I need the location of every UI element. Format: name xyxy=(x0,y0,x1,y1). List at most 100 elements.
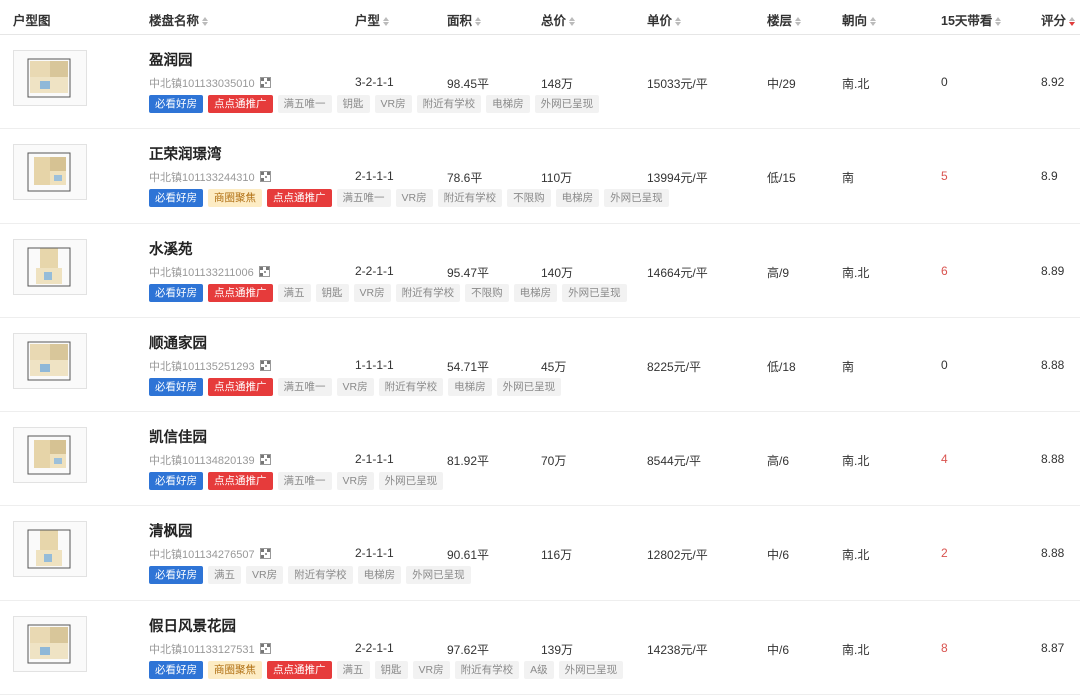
listing-name[interactable]: 盈润园 xyxy=(149,49,193,70)
floor-plan-thumbnail[interactable] xyxy=(13,615,87,672)
tag-badge: 附近有学校 xyxy=(288,566,353,585)
tag-badge[interactable]: 必看好房 xyxy=(149,566,203,585)
qr-code-icon[interactable] xyxy=(259,642,271,654)
tag-list: 必看好房 点点通推广 满五 钥匙 VR房 附近有学校 不限购 电梯房 外网已呈现 xyxy=(149,283,632,302)
listing-code-text: 中北镇101133127531 xyxy=(149,643,255,656)
tag-badge[interactable]: 点点通推广 xyxy=(208,377,273,396)
tag-badge[interactable]: 必看好房 xyxy=(149,660,203,679)
sort-arrows-icon[interactable] xyxy=(1069,17,1076,27)
viewings-15d-cell: 8 xyxy=(941,640,948,655)
listing-name[interactable]: 正荣润璟湾 xyxy=(149,143,222,164)
floor-plan-icon xyxy=(27,435,71,475)
header-total[interactable]: 总价 xyxy=(541,10,576,29)
orientation-cell: 南.北 xyxy=(842,642,870,657)
sort-arrows-icon[interactable] xyxy=(383,17,390,27)
sort-arrows-icon[interactable] xyxy=(995,17,1002,27)
score-cell: 8.88 xyxy=(1041,452,1065,467)
tag-list: 必看好房 满五 VR房 附近有学校 电梯房 外网已呈现 xyxy=(149,566,476,585)
tag-badge: 满五唯一 xyxy=(277,377,332,396)
tag-badge[interactable]: 点点通推广 xyxy=(267,660,332,679)
tag-badge: VR房 xyxy=(336,472,374,491)
layout-cell: 2-1-1-1 xyxy=(355,169,394,184)
tag-badge: 电梯房 xyxy=(357,566,402,585)
table-row[interactable]: 正荣润璟湾 中北镇101133244310 必看好房 商圈聚焦 点点通推广 满五唯一 VR房… xyxy=(0,129,1080,224)
tag-badge: 附近有学校 xyxy=(395,283,461,302)
table-row[interactable]: 凯信佳园 中北镇101134820139 必看好房 点点通推广 满五唯一 VR房 外网已呈现… xyxy=(0,412,1080,507)
tag-badge: 满五 xyxy=(277,283,311,302)
qr-code-icon[interactable] xyxy=(258,265,270,277)
tag-badge[interactable]: 点点通推广 xyxy=(208,283,273,302)
area-cell: 95.47平 xyxy=(447,265,490,280)
tag-badge[interactable]: 必看好房 xyxy=(149,377,203,396)
tag-badge[interactable]: 点点通推广 xyxy=(208,472,273,491)
floor-plan-icon xyxy=(27,341,71,381)
floor-plan-thumbnail[interactable] xyxy=(13,332,87,389)
sort-arrows-icon[interactable] xyxy=(870,17,877,27)
header-score[interactable]: 评分 xyxy=(1041,10,1076,29)
area-cell: 81.92平 xyxy=(447,454,490,469)
unit-price-cell: 15033元/平 xyxy=(647,77,708,91)
table-row[interactable]: 水溪苑中北镇101133211006 必看好房 点点通推广 满五 钥匙 VR房 附近有学校不… xyxy=(0,224,1080,318)
sort-arrows-icon[interactable] xyxy=(202,17,209,27)
score-cell: 8.87 xyxy=(1041,640,1065,655)
sort-arrows-icon[interactable] xyxy=(475,17,482,27)
floor-plan-thumbnail[interactable] xyxy=(13,238,87,295)
qr-code-icon[interactable] xyxy=(259,359,271,371)
tag-badge[interactable]: 点点通推广 xyxy=(267,189,332,208)
table-row[interactable]: 顺通家园 中北镇101135251293 必看好房 点点通推广 满五唯一 VR房 附近有学校… xyxy=(0,318,1080,413)
total-price-cell: 45万 xyxy=(541,359,567,374)
unit-price-cell: 12802元/平 xyxy=(647,548,708,563)
tag-badge: 电梯房 xyxy=(448,377,492,396)
header-area[interactable]: 面积 xyxy=(447,10,482,29)
listing-code-text: 中北镇101134276507 xyxy=(149,549,255,562)
header-thumb: 户型图 xyxy=(13,14,51,28)
total-price-cell: 110万 xyxy=(541,171,573,186)
orientation-cell: 南 xyxy=(842,171,855,186)
header-type[interactable]: 户型 xyxy=(355,10,390,29)
listing-name[interactable]: 水溪苑 xyxy=(149,238,193,259)
orientation-cell: 南.北 xyxy=(842,454,870,469)
score-cell: 8.88 xyxy=(1041,357,1065,372)
unit-price-cell: 14664元/平 xyxy=(647,265,708,280)
table-row[interactable]: 盈润园 中北镇101133035010 必看好房 点点通推广 满五唯一 钥匙 VR房 附近有学… xyxy=(0,35,1080,130)
tag-badge[interactable]: 必看好房 xyxy=(149,283,203,302)
unit-price-cell: 8544元/平 xyxy=(647,454,702,469)
tag-list: 必看好房 商圈聚焦 点点通推广 满五唯一 VR房 附近有学校 不限购 电梯房 外网已呈现 xyxy=(149,189,674,208)
sort-arrows-icon[interactable] xyxy=(675,17,682,27)
qr-code-icon[interactable] xyxy=(259,171,271,183)
tag-badge[interactable]: 必看好房 xyxy=(149,95,203,113)
header-floor[interactable]: 楼层 xyxy=(767,10,802,29)
qr-code-icon[interactable] xyxy=(259,454,271,466)
listing-code: 中北镇101133211006 xyxy=(149,264,270,280)
listing-name[interactable]: 假日风景花园 xyxy=(149,615,236,636)
listing-name[interactable]: 顺通家园 xyxy=(149,332,207,353)
layout-cell: 3-2-1-1 xyxy=(355,75,394,89)
floor-plan-thumbnail[interactable] xyxy=(13,144,87,201)
viewings-15d-cell: 5 xyxy=(941,169,948,184)
tag-badge: 满五唯一 xyxy=(277,95,332,113)
qr-code-icon[interactable] xyxy=(259,77,271,88)
tag-badge[interactable]: 点点通推广 xyxy=(208,95,273,113)
header-unit[interactable]: 单价 xyxy=(647,10,682,29)
listing-name[interactable]: 凯信佳园 xyxy=(149,426,207,447)
floor-plan-thumbnail[interactable] xyxy=(13,50,87,106)
tag-list: 必看好房 商圈聚焦 点点通推广 满五 钥匙 VR房 附近有学校 A级 外网已呈现 xyxy=(149,660,628,679)
listing-name[interactable]: 清枫园 xyxy=(149,520,193,541)
table-row[interactable]: 清枫园中北镇101134276507 必看好房 满五 VR房 附近有学校 电梯房 外网已呈现… xyxy=(0,506,1080,601)
viewings-15d-cell: 0 xyxy=(941,75,948,89)
tag-badge[interactable]: 必看好房 xyxy=(149,472,203,491)
header-view[interactable]: 15天带看 xyxy=(941,10,1002,29)
listing-code: 中北镇101135251293 xyxy=(149,358,271,374)
header-dir[interactable]: 朝向 xyxy=(842,10,877,29)
floor-plan-icon xyxy=(27,58,71,98)
header-name[interactable]: 楼盘名称 xyxy=(149,10,209,29)
tag-badge[interactable]: 必看好房 xyxy=(149,189,203,208)
table-row[interactable]: 假日风景花园中北镇101133127531 必看好房 商圈聚焦 点点通推广 满五 钥匙 VR… xyxy=(0,601,1080,695)
sort-arrows-icon[interactable] xyxy=(795,17,802,27)
listing-code-text: 中北镇101133035010 xyxy=(149,78,255,90)
qr-code-icon[interactable] xyxy=(259,548,271,560)
floor-plan-thumbnail[interactable] xyxy=(13,427,87,484)
floor-plan-thumbnail[interactable] xyxy=(13,521,87,578)
sort-arrows-icon[interactable] xyxy=(569,17,576,27)
floor-plan-icon xyxy=(27,247,71,287)
